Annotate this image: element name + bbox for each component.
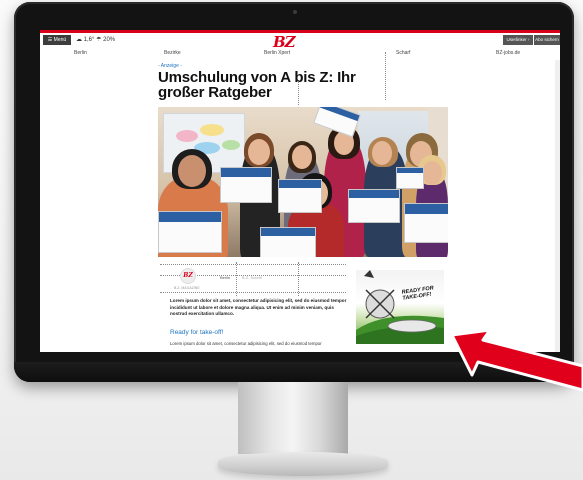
red-arrow-pointer-icon: [450, 328, 583, 392]
